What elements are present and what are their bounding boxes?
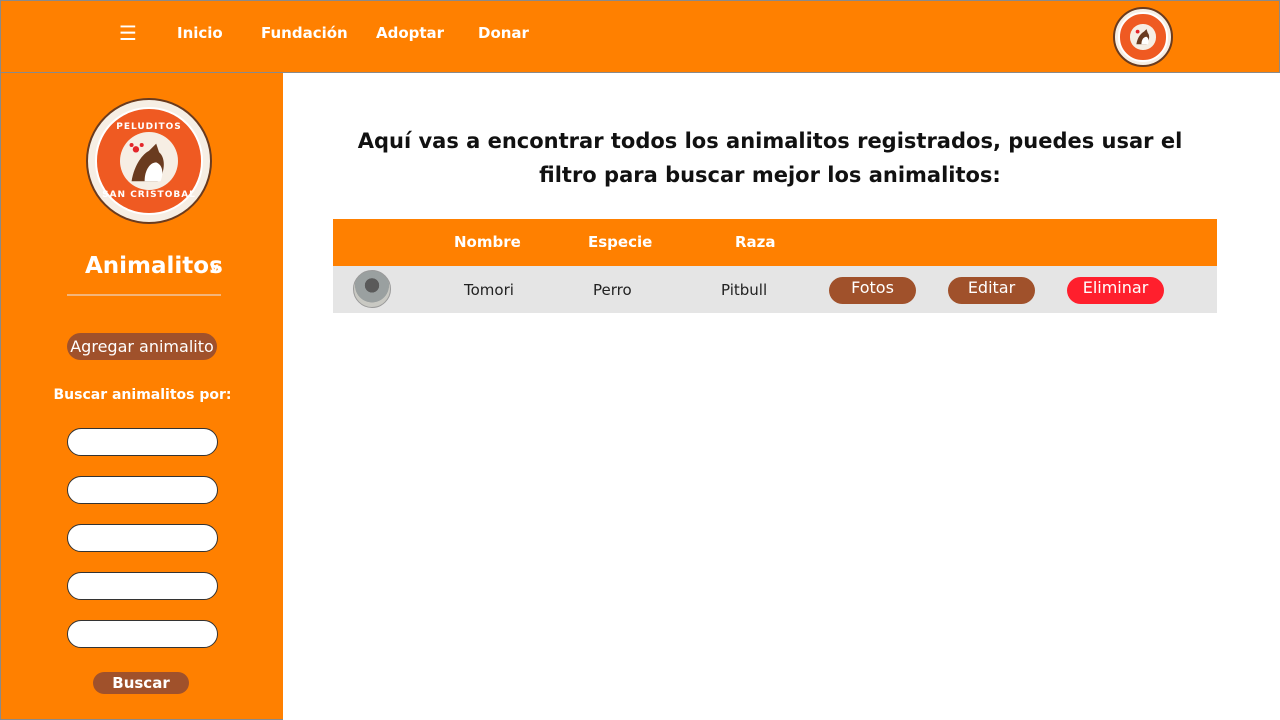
logo-text-bottom: SAN CRISTOBAL <box>102 190 196 201</box>
photos-button[interactable]: Fotos <box>829 277 916 304</box>
brand-logo-icon[interactable] <box>1113 7 1173 67</box>
column-header-raza: Raza <box>735 233 776 251</box>
nav-link-adoptar[interactable]: Adoptar <box>376 24 444 42</box>
sidebar-divider <box>67 294 221 296</box>
cell-raza: Pitbull <box>721 281 768 299</box>
edit-button[interactable]: Editar <box>948 277 1035 304</box>
animal-avatar[interactable] <box>353 270 391 308</box>
chevron-down-icon[interactable]: v <box>210 261 218 276</box>
nav-link-inicio[interactable]: Inicio <box>177 24 223 42</box>
cell-nombre: Tomori <box>464 281 514 299</box>
column-header-nombre: Nombre <box>454 233 521 251</box>
nav-link-fundacion[interactable]: Fundación <box>261 24 348 42</box>
nav-link-donar[interactable]: Donar <box>478 24 529 42</box>
sidebar-logo-icon: PELUDITOS SAN CRISTOBAL <box>86 98 212 224</box>
column-header-especie: Especie <box>588 233 653 251</box>
add-animal-button[interactable]: Agregar animalito <box>67 333 217 360</box>
logo-text-top: PELUDITOS <box>116 121 182 132</box>
sidebar: PELUDITOS SAN CRISTOBAL Animalitos v Agr… <box>0 73 283 720</box>
top-nav-bar: ☰ Inicio Fundación Adoptar Donar <box>0 0 1280 73</box>
menu-icon[interactable]: ☰ <box>119 23 139 43</box>
delete-button[interactable]: Eliminar <box>1067 277 1164 304</box>
filter-input-2[interactable] <box>67 476 218 504</box>
animals-table: Nombre Especie Raza Tomori Perro Pitbull… <box>333 219 1217 313</box>
table-header: Nombre Especie Raza <box>333 219 1217 266</box>
filter-input-5[interactable] <box>67 620 218 648</box>
search-button[interactable]: Buscar <box>93 672 189 694</box>
page-heading: Aquí vas a encontrar todos los animalito… <box>357 129 1183 187</box>
filter-input-1[interactable] <box>67 428 218 456</box>
filter-input-4[interactable] <box>67 572 218 600</box>
table-row: Tomori Perro Pitbull Fotos Editar Elimin… <box>333 266 1217 313</box>
filter-input-3[interactable] <box>67 524 218 552</box>
search-label: Buscar animalitos por: <box>53 387 232 403</box>
cell-especie: Perro <box>593 281 632 299</box>
sidebar-title: Animalitos <box>85 253 223 279</box>
